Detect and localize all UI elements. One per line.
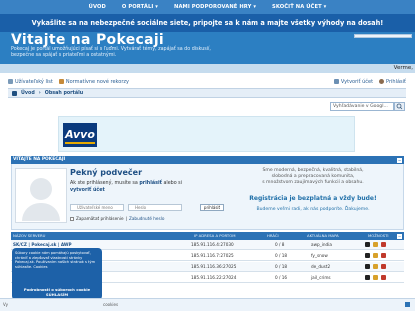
hint-text-2: alebo si — [163, 181, 182, 186]
user-list-label: Užívateľský list — [15, 78, 53, 85]
ad-logo: Avvo — [63, 123, 97, 147]
server-map: de_dust2 — [311, 264, 331, 269]
breadcrumb-separator: › — [38, 90, 41, 96]
support-note: Budeme veľmi radi, ak nás podporíte. Ďak… — [256, 207, 370, 212]
toolbar: Užívateľský list Normatívne nové rekorzy… — [8, 76, 406, 87]
stats-icon[interactable] — [381, 253, 386, 258]
footer: Vy cookies — [0, 298, 415, 311]
login-button[interactable]: prihlásiť — [200, 204, 224, 211]
book-icon — [58, 79, 64, 84]
nav-about[interactable]: O PORTÁLI ▾ — [122, 4, 158, 10]
breadcrumb-content[interactable]: Obsah portálu — [45, 91, 83, 96]
stats-icon[interactable] — [381, 275, 386, 280]
user-list-link[interactable]: Užívateľský list — [8, 79, 53, 85]
server-map: fy_snow — [311, 253, 328, 258]
forgot-password-link[interactable]: Zabudnuté heslo — [129, 216, 164, 221]
server-players: 0 / 18 — [275, 253, 288, 258]
search-icon — [396, 103, 403, 110]
col-map: AKTUÁLNA MAPA — [307, 233, 339, 238]
info-icon[interactable] — [373, 253, 378, 258]
info-text: Sme moderná, bezpečná, kvalitná, stabiln… — [232, 168, 394, 186]
server-players: 0 / 8 — [275, 242, 285, 247]
tagline-line-2: bezpečne sa spájať s priateľmi a ostatný… — [11, 53, 117, 58]
col-server-name: NÁZOV SERVERU — [13, 233, 46, 238]
site-header: Vitajte na Pokecaji Pokecaj je portál um… — [0, 32, 415, 64]
login-link[interactable]: Prihlásiť — [379, 79, 406, 85]
welcome-panel: Pekný podvečer Ak ste prihlásený, musíte… — [11, 164, 404, 230]
col-players: HRÁČI — [267, 233, 279, 238]
collapse-icon[interactable]: − — [397, 233, 402, 239]
info-line-3: s množstvom zaujímavých funkcií a obsahu… — [262, 180, 364, 185]
footer-left-text: Vy — [3, 302, 8, 307]
avatar-head-shape — [30, 178, 52, 200]
stats-icon[interactable] — [381, 242, 386, 247]
promo-banner: Vykašlite sa na nebezpečné sociálne siet… — [0, 14, 415, 32]
username-field[interactable]: Užívateľské meno — [70, 204, 124, 211]
hint-login-link[interactable]: prihlásiť — [139, 181, 162, 186]
server-players: 0 / 16 — [275, 275, 288, 280]
col-ip: IP ADRESA A PORTOM — [194, 233, 236, 238]
avatar-body-shape — [22, 203, 60, 221]
stats-icon[interactable] — [381, 264, 386, 269]
hint-text-1: Ak ste prihlásený, musíte sa — [70, 181, 138, 186]
search-input[interactable]: Vyhľadávanie v Googl... — [330, 102, 394, 111]
edit-icon — [333, 79, 339, 84]
remember-checkbox[interactable] — [70, 216, 74, 221]
registration-note: Registrácia je bezplatná a vždy bude! — [249, 195, 377, 202]
server-map: awp_india — [311, 242, 332, 247]
breadcrumb: Úvod › Obsah portálu — [8, 88, 406, 98]
nav-account[interactable]: SKOČIŤ NA ÚČET ▾ — [272, 4, 326, 10]
top-nav: ÚVOD O PORTÁLI ▾ NAMI PODPOROVANÉ HRY ▾ … — [0, 0, 415, 14]
login-label: Prihlásiť — [386, 78, 406, 85]
welcome-panel-header: VITAJTE NA POKECAJI − — [11, 156, 404, 164]
server-ip: 185.91.116.7:27025 — [191, 253, 234, 258]
advertisement[interactable]: Avvo — [58, 116, 355, 152]
power-icon — [379, 79, 385, 84]
create-account-label: Vytvoriť účet — [340, 78, 374, 85]
connect-icon[interactable] — [365, 264, 370, 269]
nav-games[interactable]: NAMI PODPOROVANÉ HRY ▾ — [174, 4, 256, 10]
footer-cookies-link[interactable]: cookies — [103, 302, 118, 307]
info-icon[interactable] — [373, 275, 378, 280]
server-ip: 185.91.116.4:27030 — [191, 242, 234, 247]
collapse-icon[interactable]: − — [397, 157, 402, 163]
server-map: jail_crims — [311, 275, 331, 280]
server-players: 0 / 18 — [275, 264, 288, 269]
cookie-text: Súbory cookie nám pomáhajú poskytovať, c… — [15, 251, 96, 269]
cookie-footer: Podrobnosti o súboroch cookie SÚHLASÍM — [15, 287, 99, 297]
cookie-consent-popup: Súbory cookie nám pomáhajú poskytovať, c… — [12, 248, 102, 300]
servers-table-header: NÁZOV SERVERU IP ADRESA A PORTOM HRÁČI A… — [11, 232, 404, 240]
nav-home[interactable]: ÚVOD — [89, 4, 106, 10]
separator: | — [125, 216, 127, 221]
server-ip: 185.91.116.36:27025 — [191, 264, 237, 269]
info-icon[interactable] — [373, 242, 378, 247]
users-icon — [8, 79, 13, 84]
connect-icon[interactable] — [365, 242, 370, 247]
remember-row: Zapamätať prihlásenie | Zabudnuté heslo — [70, 216, 164, 221]
info-icon[interactable] — [373, 264, 378, 269]
records-label: Normatívne nové rekorzy — [65, 78, 129, 85]
avatar — [15, 168, 67, 223]
create-account-link[interactable]: Vytvoriť účet — [333, 78, 374, 85]
marquee-text: Verme, — [0, 64, 415, 73]
site-title: Vitajte na Pokecaji — [11, 32, 165, 48]
header-search-box[interactable] — [354, 34, 412, 38]
home-icon — [12, 90, 17, 96]
connect-icon[interactable] — [365, 275, 370, 280]
menu-icon[interactable] — [405, 302, 410, 307]
remember-label: Zapamätať prihlásenie — [76, 216, 124, 221]
col-options: MOŽNOSTI — [368, 233, 389, 238]
welcome-panel-title: VITAJTE NA POKECAJI — [13, 157, 66, 162]
connect-icon[interactable] — [365, 253, 370, 258]
breadcrumb-home[interactable]: Úvod — [21, 91, 35, 96]
records-link[interactable]: Normatívne nové rekorzy — [58, 78, 129, 85]
hint-create-link[interactable]: vytvoriť účet — [70, 188, 105, 193]
password-field[interactable]: Heslo — [128, 204, 182, 211]
server-ip: 185.91.116.22:27024 — [191, 275, 237, 280]
search-button[interactable] — [394, 102, 405, 111]
login-hint: Ak ste prihlásený, musíte sa prihlásiť a… — [70, 181, 220, 194]
greeting: Pekný podvečer — [70, 168, 143, 177]
cookie-accept-button[interactable]: SÚHLASÍM — [15, 292, 99, 297]
site-tagline: Pokecaj je portál umožňujúci písať si s … — [11, 47, 211, 59]
